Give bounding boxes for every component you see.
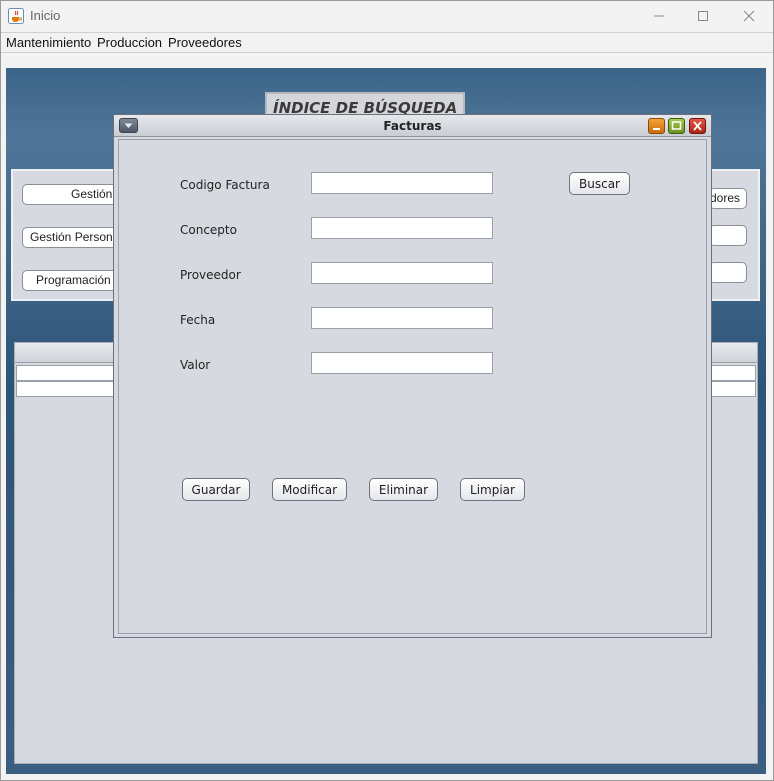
- eliminar-button[interactable]: Eliminar: [369, 478, 438, 501]
- modificar-button[interactable]: Modificar: [272, 478, 347, 501]
- frame-title: Facturas: [383, 119, 442, 133]
- concepto-label: Concepto: [180, 223, 237, 237]
- background-button-right-2[interactable]: [709, 225, 747, 246]
- guardar-button[interactable]: Guardar: [182, 478, 250, 501]
- gestion-personal-button[interactable]: Gestión Person: [22, 227, 122, 248]
- close-icon: [693, 121, 702, 131]
- codigo-factura-field[interactable]: [311, 172, 493, 194]
- frame-maximize-button[interactable]: [668, 118, 685, 134]
- menu-mantenimiento[interactable]: Mantenimiento: [6, 35, 91, 50]
- minimize-button[interactable]: [636, 0, 682, 32]
- window-titlebar: Inicio: [0, 0, 774, 32]
- codigo-factura-label: Codigo Factura: [180, 178, 270, 192]
- buscar-button[interactable]: Buscar: [569, 172, 630, 195]
- java-cup-icon: [8, 8, 24, 24]
- fecha-field[interactable]: [311, 307, 493, 329]
- frame-close-button[interactable]: [689, 118, 706, 134]
- gestion-button[interactable]: Gestión: [22, 184, 122, 205]
- close-button[interactable]: [726, 0, 772, 32]
- background-button-right-3[interactable]: [709, 262, 747, 283]
- close-icon: [743, 10, 755, 22]
- frame-content: Codigo Factura Concepto Proveedor Fecha …: [118, 139, 707, 634]
- menu-proveedores[interactable]: Proveedores: [168, 35, 242, 50]
- limpiar-button[interactable]: Limpiar: [460, 478, 525, 501]
- frame-minimize-button[interactable]: [648, 118, 665, 134]
- facturas-frame: Facturas Codigo Factura Concepto Proveed…: [113, 114, 712, 638]
- maximize-icon: [698, 11, 708, 21]
- proveedor-label: Proveedor: [180, 268, 241, 282]
- concepto-field[interactable]: [311, 217, 493, 239]
- valor-label: Valor: [180, 358, 211, 372]
- frame-titlebar[interactable]: Facturas: [114, 115, 711, 137]
- fecha-label: Fecha: [180, 313, 216, 327]
- menu-produccion[interactable]: Produccion: [97, 35, 162, 50]
- minimize-icon: [653, 128, 660, 130]
- programacion-button[interactable]: Programación: [22, 270, 122, 291]
- maximize-button[interactable]: [680, 0, 726, 32]
- proveedor-field[interactable]: [311, 262, 493, 284]
- menu-bar: Mantenimiento Produccion Proveedores: [0, 32, 774, 53]
- minimize-icon: [654, 15, 664, 17]
- window-title: Inicio: [30, 8, 61, 23]
- valor-field[interactable]: [311, 352, 493, 374]
- proveedores-button[interactable]: dores: [709, 188, 747, 209]
- maximize-icon: [671, 121, 682, 130]
